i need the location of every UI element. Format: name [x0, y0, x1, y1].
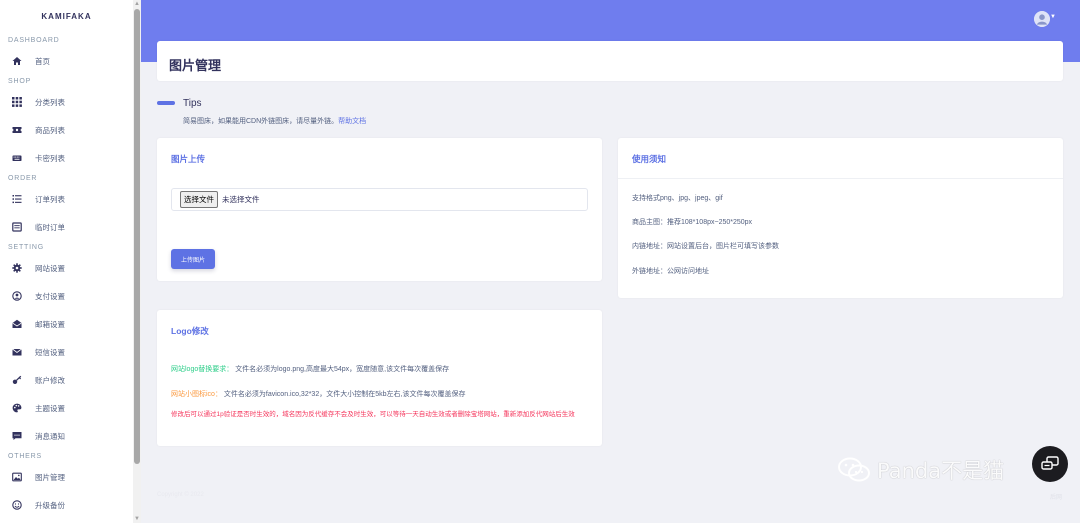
sidebar: KAMIFAKA DASHBOARD 首页 SHOP 分类列表 商品列表 卡密列…: [0, 0, 133, 523]
divider: [618, 178, 1063, 179]
scroll-up-arrow-icon[interactable]: ▲: [134, 1, 140, 7]
file-input[interactable]: 选择文件 未选择文件: [171, 188, 588, 211]
sidebar-item-site-settings[interactable]: 网站设置: [0, 254, 133, 282]
sidebar-item-label: 临时订单: [35, 222, 65, 232]
main-content: ▼ 图片管理 Tips 简易图床，如果能用CDN外链图床，请尽量外链。帮助文档 …: [141, 0, 1080, 523]
logo-requirement-line: 网站logo替换要求： 文件名必须为logo.png,高度最大54px，宽度随意…: [171, 364, 449, 374]
upload-image-button[interactable]: 上传图片: [171, 249, 215, 269]
tips-accent-bar: [157, 101, 175, 105]
sidebar-item-label: 商品列表: [35, 125, 65, 135]
usage-notice-card: 使用须知 支持格式png、jpg、jpeg、gif 商品主图：推荐108*108…: [618, 138, 1063, 298]
footer-right-text: 后网: [1049, 495, 1062, 501]
file-status: 未选择文件: [222, 195, 260, 204]
favicon-requirement-label: 网站小图标ico：: [171, 391, 222, 398]
favicon-requirement-line: 网站小图标ico： 文件名必须为favicon.ico,32*32，文件大小控制…: [171, 389, 465, 399]
sidebar-item-upgrade-backup[interactable]: 升级备份: [0, 491, 133, 519]
wechat-icon: [838, 457, 870, 482]
chat-bubbles-icon: [1041, 456, 1059, 470]
chevron-down-icon[interactable]: ▼: [1050, 14, 1056, 20]
sidebar-item-card-list[interactable]: 卡密列表: [0, 144, 133, 172]
notice-line: 支持格式png、jpg、jpeg、gif: [632, 195, 723, 202]
key-icon: [12, 375, 22, 385]
sidebar-item-temp-order[interactable]: 临时订单: [0, 213, 133, 241]
sidebar-item-label: 支付设置: [35, 291, 65, 301]
sidebar-item-label: 订单列表: [35, 194, 65, 204]
favicon-requirement-text: 文件名必须为favicon.ico,32*32，文件大小控制在5kb左右,该文件…: [223, 391, 466, 398]
logo-card-title: Logo修改: [171, 326, 209, 336]
upload-card-title: 图片上传: [171, 154, 206, 164]
notice-line: 商品主图：推荐108*108px~250*250px: [632, 219, 753, 226]
chat-icon: [12, 431, 22, 441]
scroll-thumb[interactable]: [134, 9, 140, 464]
image-icon: [12, 472, 22, 482]
sidebar-item-notifications[interactable]: 消息通知: [0, 422, 133, 450]
sidebar-item-label: 消息通知: [35, 431, 65, 441]
notice-line: 外链地址：公网访问地址: [632, 268, 709, 275]
sidebar-item-label: 邮箱设置: [35, 319, 65, 329]
smile-icon: [12, 500, 22, 510]
sidebar-item-account-edit[interactable]: 账户修改: [0, 366, 133, 394]
sidebar-item-payment-settings[interactable]: 支付设置: [0, 282, 133, 310]
sidebar-item-category-list[interactable]: 分类列表: [0, 88, 133, 116]
nav-heading-setting: SETTING: [8, 244, 44, 251]
grid-icon: [12, 97, 22, 107]
notice-card-title: 使用须知: [632, 154, 667, 164]
nav-heading-dashboard: DASHBOARD: [8, 37, 60, 44]
footer-copyright: Copyright © 2022: [157, 492, 204, 498]
sidebar-item-label: 升级备份: [35, 500, 65, 510]
sidebar-item-home[interactable]: 首页: [0, 47, 133, 75]
palette-icon: [12, 403, 22, 413]
envelope-icon: [12, 347, 22, 357]
logo-requirement-text: 文件名必须为logo.png,高度最大54px，宽度随意,该文件每次覆盖保存: [235, 366, 450, 373]
sidebar-item-label: 图片管理: [35, 472, 65, 482]
sidebar-item-label: 账户修改: [35, 375, 65, 385]
choose-file-button[interactable]: 选择文件: [180, 191, 218, 208]
logo-edit-card: Logo修改 网站logo替换要求： 文件名必须为logo.png,高度最大54…: [157, 310, 602, 446]
page-title: 图片管理: [169, 58, 222, 73]
sidebar-item-label: 首页: [35, 56, 50, 66]
brand-logo: KAMIFAKA: [41, 12, 92, 21]
user-avatar[interactable]: [1034, 11, 1050, 27]
cache-warning-text: 修改后可以通过1p验证是否时生效的，域名因为反代缓存不会及时生效，可以等待一天自…: [171, 411, 575, 418]
page-title-card: 图片管理: [157, 41, 1063, 81]
sidebar-item-image-management[interactable]: 图片管理: [0, 463, 133, 491]
home-icon: [12, 56, 22, 66]
chat-widget-button[interactable]: [1032, 446, 1068, 482]
gear-icon: [12, 263, 22, 273]
sidebar-item-product-list[interactable]: 商品列表: [0, 116, 133, 144]
sidebar-item-sms-settings[interactable]: 短信设置: [0, 338, 133, 366]
sidebar-item-label: 短信设置: [35, 347, 65, 357]
document-icon: [12, 222, 22, 232]
sidebar-item-theme-settings[interactable]: 主题设置: [0, 394, 133, 422]
image-upload-card: 图片上传 选择文件 未选择文件 上传图片: [157, 138, 602, 281]
sidebar-scrollbar[interactable]: ▲ ▼: [133, 0, 141, 523]
sidebar-item-label: 分类列表: [35, 97, 65, 107]
tips-description: 简易图床，如果能用CDN外链图床，请尽量外链。: [183, 118, 339, 125]
user-icon: [1034, 11, 1050, 27]
scroll-down-arrow-icon[interactable]: ▼: [134, 516, 140, 522]
nav-heading-shop: SHOP: [8, 78, 32, 85]
tips-text: 简易图床，如果能用CDN外链图床，请尽量外链。帮助文档: [183, 116, 366, 126]
open-envelope-icon: [12, 319, 22, 329]
watermark: Panda不是猫: [837, 455, 1004, 485]
sidebar-item-order-list[interactable]: 订单列表: [0, 185, 133, 213]
ticket-icon: [12, 125, 22, 135]
nav-heading-order: ORDER: [8, 175, 38, 182]
user-circle-icon: [12, 291, 22, 301]
watermark-text: Panda不是猫: [877, 459, 1005, 483]
sidebar-item-email-settings[interactable]: 邮箱设置: [0, 310, 133, 338]
list-icon: [12, 194, 22, 204]
sidebar-item-label: 网站设置: [35, 263, 65, 273]
keyboard-icon: [12, 153, 22, 163]
notice-line: 内链地址：网站设置后台，图片栏可填写该参数: [632, 243, 779, 250]
help-doc-link[interactable]: 帮助文档: [338, 118, 366, 125]
sidebar-item-label: 主题设置: [35, 403, 65, 413]
tips-title: Tips: [183, 98, 202, 109]
logo-requirement-label: 网站logo替换要求：: [171, 366, 234, 373]
sidebar-item-label: 卡密列表: [35, 153, 65, 163]
nav-heading-others: OTHERS: [8, 453, 42, 460]
